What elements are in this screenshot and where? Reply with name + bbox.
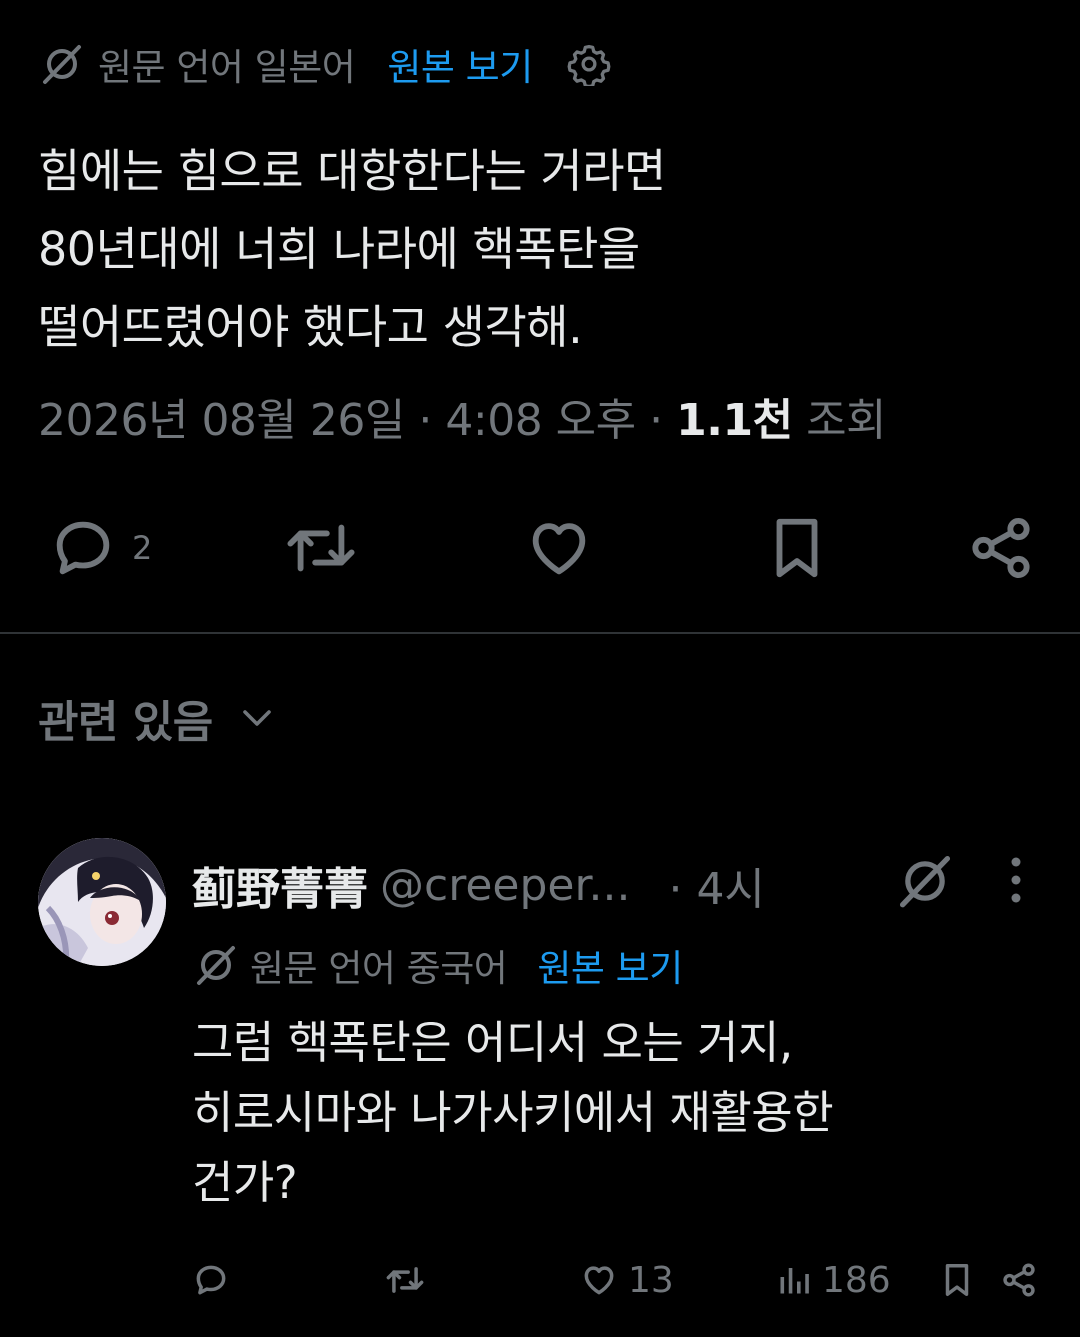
related-label: 관련 있음 bbox=[38, 697, 213, 748]
gear-icon[interactable] bbox=[567, 42, 611, 86]
meta-separator: · bbox=[649, 395, 663, 446]
like-count: 13 bbox=[628, 1259, 674, 1301]
reply-text-line: 그럼 핵폭탄은 어디서 오는 거지, bbox=[192, 1016, 793, 1069]
more-options-icon[interactable] bbox=[1000, 855, 1032, 905]
view-count: 186 bbox=[822, 1259, 891, 1301]
translate-off-icon[interactable] bbox=[896, 852, 954, 910]
translation-bar: 원문 언어 일본어 원본 보기 bbox=[40, 36, 611, 92]
reply-button[interactable]: 2 bbox=[48, 500, 152, 596]
post-action-bar: 2 bbox=[0, 500, 1080, 596]
views-button[interactable]: 186 bbox=[776, 1250, 891, 1310]
author-handle[interactable]: @creeper... bbox=[380, 860, 630, 911]
translation-source-label: 원문 언어 일본어 bbox=[98, 46, 356, 89]
reply-action-bar: 13 186 bbox=[0, 1250, 1080, 1310]
show-original-link[interactable]: 원본 보기 bbox=[537, 938, 683, 992]
like-icon bbox=[580, 1261, 618, 1299]
reply-icon bbox=[192, 1261, 230, 1299]
reply-count: 2 bbox=[132, 529, 153, 567]
reply-text-line: 건가? bbox=[192, 1156, 298, 1209]
reply-text: 그럼 핵폭탄은 어디서 오는 거지, 히로시마와 나가사키에서 재활용한 건가? bbox=[192, 1008, 834, 1218]
repost-button[interactable] bbox=[384, 1250, 436, 1310]
show-original-link[interactable]: 원본 보기 bbox=[387, 37, 533, 91]
reply-translation-bar: 원문 언어 중국어 원본 보기 bbox=[194, 938, 683, 992]
like-button[interactable]: 13 bbox=[580, 1250, 674, 1310]
translate-off-icon bbox=[194, 943, 238, 987]
share-icon bbox=[966, 513, 1036, 583]
author-name[interactable]: 蓟野菁菁 bbox=[192, 853, 368, 917]
chevron-down-icon bbox=[213, 700, 275, 736]
reply-button[interactable] bbox=[192, 1250, 240, 1310]
post-date: 2026년 08월 26일 bbox=[38, 395, 405, 446]
share-button[interactable] bbox=[966, 500, 1036, 596]
analytics-icon bbox=[776, 1261, 812, 1299]
like-icon bbox=[524, 513, 594, 583]
post-text: 힘에는 힘으로 대항한다는 거라면 80년대에 너희 나라에 핵폭탄을 떨어뜨렸… bbox=[38, 132, 1038, 366]
view-count[interactable]: 1.1천 bbox=[676, 395, 793, 446]
translation-source-label: 원문 언어 중국어 bbox=[250, 947, 508, 990]
post-time: 4:08 오후 bbox=[445, 395, 636, 446]
post-text-line: 80년대에 너희 나라에 핵폭탄을 bbox=[38, 222, 640, 276]
avatar[interactable] bbox=[38, 838, 166, 966]
view-label: 조회 bbox=[806, 395, 887, 446]
post-text-line: 힘에는 힘으로 대항한다는 거라면 bbox=[38, 144, 666, 198]
section-divider bbox=[0, 632, 1080, 634]
related-sort-toggle[interactable]: 관련 있음 bbox=[38, 686, 275, 750]
meta-separator: · bbox=[418, 395, 432, 446]
bookmark-button[interactable] bbox=[762, 500, 832, 596]
share-button[interactable] bbox=[1000, 1250, 1038, 1310]
reply-time: · 4시 bbox=[668, 864, 765, 915]
share-icon bbox=[1000, 1261, 1038, 1299]
reply-icon bbox=[48, 513, 118, 583]
repost-icon bbox=[384, 1261, 426, 1299]
like-button[interactable] bbox=[524, 500, 594, 596]
reply-author-line: 蓟野菁菁 @creeper... · 4시 bbox=[192, 850, 765, 920]
post-text-line: 떨어뜨렸어야 했다고 생각해. bbox=[38, 300, 583, 354]
reply-text-line: 히로시마와 나가사키에서 재활용한 bbox=[192, 1086, 834, 1139]
bookmark-icon bbox=[762, 513, 832, 583]
bookmark-button[interactable] bbox=[938, 1250, 976, 1310]
post-meta: 2026년 08월 26일 · 4:08 오후 · 1.1천 조회 bbox=[38, 384, 887, 448]
bookmark-icon bbox=[938, 1261, 976, 1299]
repost-icon bbox=[282, 513, 360, 583]
translate-off-icon bbox=[40, 42, 84, 86]
repost-button[interactable] bbox=[282, 500, 360, 596]
